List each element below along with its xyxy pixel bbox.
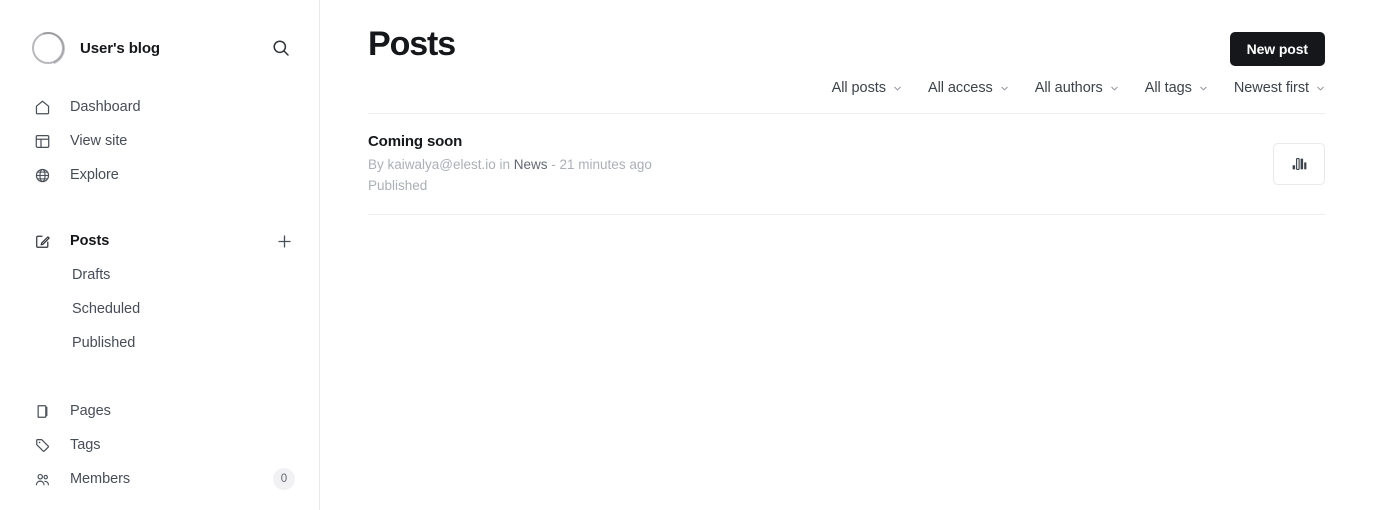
sidebar-label-posts: Posts	[70, 233, 110, 249]
sidebar-item-explore[interactable]: Explore	[0, 158, 319, 192]
tag-icon	[32, 435, 52, 455]
plus-icon	[277, 234, 291, 248]
new-post-button[interactable]: New post	[1229, 32, 1325, 66]
sidebar-item-view-site[interactable]: View site	[0, 124, 319, 158]
home-icon	[32, 97, 52, 117]
sidebar-label-dashboard: Dashboard	[70, 99, 141, 115]
post-meta-suffix: - 21 minutes ago	[547, 157, 652, 173]
circle-ring-logo-icon	[32, 32, 64, 64]
main-header: Posts New post	[368, 0, 1325, 66]
sidebar-label-pages: Pages	[70, 403, 111, 419]
search-icon	[273, 40, 289, 56]
members-count-badge: 0	[273, 468, 295, 490]
secondary-nav: Pages Tags Members 0	[0, 394, 319, 496]
filter-all-tags[interactable]: All tags	[1145, 80, 1208, 96]
sidebar-item-scheduled[interactable]: Scheduled	[0, 292, 319, 326]
sidebar-item-tags[interactable]: Tags	[0, 428, 319, 462]
post-tag-link[interactable]: News	[514, 157, 548, 172]
layout-panel-icon	[32, 131, 52, 151]
sidebar-item-published[interactable]: Published	[0, 326, 319, 360]
members-icon	[32, 469, 52, 489]
primary-nav: Dashboard View site Explore	[0, 90, 319, 192]
blog-title: User's blog	[80, 39, 160, 57]
sidebar-item-pages[interactable]: Pages	[0, 394, 319, 428]
post-meta-prefix: By kaiwalya@elest.io in	[368, 157, 514, 173]
pages-icon	[32, 401, 52, 421]
filter-label-sort-order: Newest first	[1233, 80, 1309, 96]
filter-sort-order[interactable]: Newest first	[1234, 80, 1325, 96]
main-content: Posts New post All posts All access All …	[320, 0, 1373, 510]
filter-all-access[interactable]: All access	[928, 80, 1009, 96]
sidebar-item-drafts[interactable]: Drafts	[0, 258, 319, 292]
table-row[interactable]: Coming soon By kaiwalya@elest.io in News…	[368, 114, 1325, 216]
filter-label-all-tags: All tags	[1144, 80, 1192, 96]
sidebar-label-tags: Tags	[70, 437, 101, 453]
sidebar-item-members[interactable]: Members 0	[0, 462, 319, 496]
post-title: Coming soon	[368, 133, 463, 150]
search-button[interactable]	[267, 34, 295, 62]
new-post-plus-button[interactable]	[273, 230, 295, 252]
sidebar-item-posts[interactable]: Posts	[0, 224, 319, 258]
page-title: Posts	[368, 25, 456, 63]
sidebar-label-view-site: View site	[70, 133, 128, 149]
sidebar-label-explore: Explore	[70, 167, 119, 183]
sidebar-label-published: Published	[72, 335, 136, 351]
filter-label-all-access: All access	[927, 80, 993, 96]
filter-all-posts[interactable]: All posts	[832, 80, 902, 96]
bar-chart-icon	[1292, 157, 1306, 170]
sidebar-label-members: Members	[70, 471, 131, 487]
posts-nav-section: Posts Drafts Scheduled Published	[0, 224, 319, 360]
app-root: User's blog Dashboard View site Explore …	[0, 0, 1373, 510]
sidebar: User's blog Dashboard View site Explore …	[0, 0, 320, 510]
chevron-down-icon	[894, 86, 901, 90]
filter-all-authors[interactable]: All authors	[1035, 80, 1119, 96]
status-badge: Published	[368, 177, 428, 193]
brand-row: User's blog	[0, 24, 319, 72]
chevron-down-icon	[1111, 86, 1118, 90]
chevron-down-icon	[1200, 86, 1207, 90]
sidebar-item-dashboard[interactable]: Dashboard	[0, 90, 319, 124]
globe-icon	[32, 165, 52, 185]
post-meta: By kaiwalya@elest.io in News - 21 minute…	[368, 155, 652, 175]
post-stats-button[interactable]	[1273, 142, 1325, 185]
filter-label-all-posts: All posts	[831, 80, 886, 96]
post-info: Coming soon By kaiwalya@elest.io in News…	[368, 132, 652, 195]
filter-label-all-authors: All authors	[1034, 80, 1103, 96]
chevron-down-icon	[1001, 86, 1008, 90]
sidebar-label-drafts: Drafts	[72, 267, 111, 283]
sidebar-label-scheduled: Scheduled	[72, 301, 141, 317]
filter-bar: All posts All access All authors All tag…	[368, 80, 1325, 114]
pencil-square-icon	[32, 231, 52, 251]
chevron-down-icon	[1317, 86, 1324, 90]
